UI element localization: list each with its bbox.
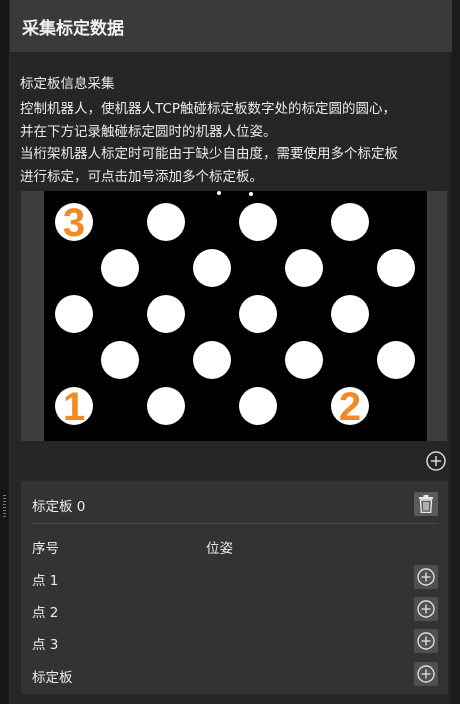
add-board-pose-button[interactable] [414,662,438,686]
divider [32,523,438,524]
row-label-point-1: 点 1 [32,573,59,589]
board-card-title: 标定板 0 [32,499,86,515]
panel-header: 采集标定数据 [10,0,458,52]
trash-icon [419,495,433,513]
row-label-point-3: 点 3 [32,637,59,653]
plus-circle-icon [417,632,435,650]
plus-circle-icon [417,600,435,618]
left-panel-edge [0,0,10,704]
scrollbar-track[interactable] [452,0,460,704]
board-card: 标定板 0 序号 位姿 点 1 点 2 点 3 标定板 [21,481,448,694]
plus-circle-icon [417,665,435,683]
calibration-panel: 标定板信息采集 控制机器人，使机器人TCP触碰标定板数字处的标定圆的圆心， 并在… [10,52,450,704]
section-title: 标定板信息采集 [20,76,115,92]
instruction-line: 并在下方记录触碰标定圆时的机器人位姿。 [20,123,277,140]
instruction-line: 进行标定，可点击加号添加多个标定板。 [20,168,263,185]
page-title: 采集标定数据 [22,18,124,39]
column-header-pose: 位姿 [206,541,233,557]
plus-circle-icon [426,451,446,471]
add-point-1-button[interactable] [414,565,438,589]
instruction-line: 控制机器人，使机器人TCP触碰标定板数字处的标定圆的圆心， [20,101,397,117]
row-label-board: 标定板 [32,670,73,686]
row-label-point-2: 点 2 [32,605,59,621]
marker-label-2: 2 [339,385,361,429]
instructions: 控制机器人，使机器人TCP触碰标定板数字处的标定圆的圆心， 并在下方记录触碰标定… [20,98,445,188]
column-header-index: 序号 [32,541,59,557]
calibration-board-image: 3 1 2 [44,191,427,441]
delete-board-button[interactable] [414,492,438,516]
resize-handle[interactable] [3,495,6,519]
calibration-board-preview: 3 1 2 [21,191,447,441]
instruction-line: 当桁架机器人标定时可能由于缺少自由度，需要使用多个标定板 [20,146,398,162]
marker-label-3: 3 [63,201,85,245]
add-point-2-button[interactable] [414,597,438,621]
add-board-button[interactable] [425,450,447,472]
plus-circle-icon [417,568,435,586]
add-point-3-button[interactable] [414,629,438,653]
marker-label-1: 1 [63,385,85,429]
